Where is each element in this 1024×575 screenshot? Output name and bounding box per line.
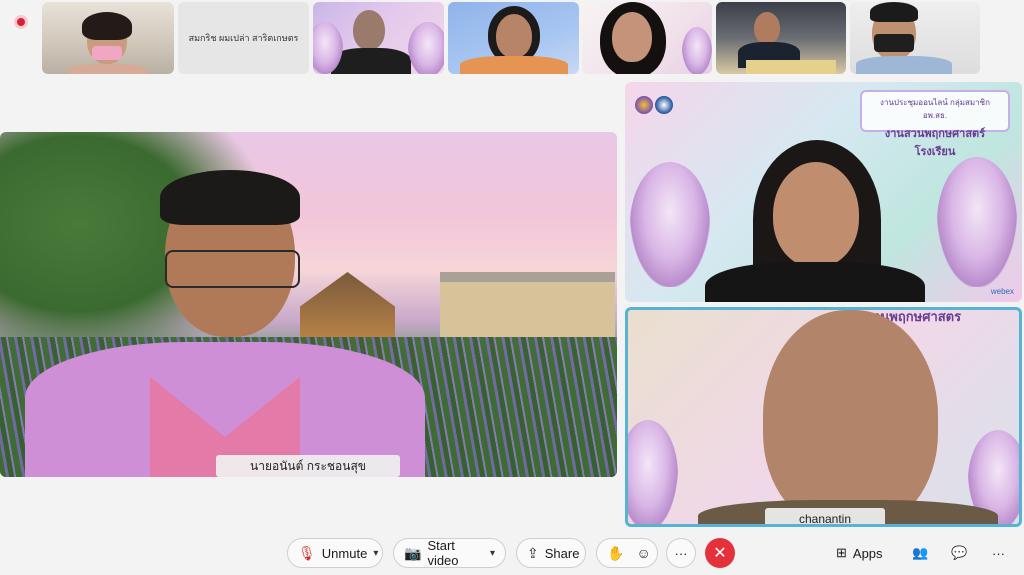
background-building	[440, 272, 615, 337]
share-icon: ⇪	[527, 544, 539, 561]
share-label: Share	[544, 545, 580, 561]
overflow-icon: ···	[992, 545, 1005, 561]
flower-graphic	[313, 22, 343, 74]
reactions-group: ✋ ☺	[596, 538, 658, 568]
face-mask	[92, 46, 122, 60]
participants-button[interactable]: 👥	[912, 540, 928, 566]
participant-thumbnail-2[interactable]: สมกริช ผมเปล่า สาริตเกษตร	[178, 2, 309, 74]
participant-tile-chanantin[interactable]: านสวนพฤกษศาสตร chanantin	[625, 307, 1022, 527]
apps-icon: ⊞	[836, 545, 847, 560]
video-off-icon: 📷	[404, 544, 422, 561]
chat-button[interactable]: 💬	[951, 540, 967, 566]
more-icon: ···	[674, 545, 688, 561]
share-button[interactable]: ⇪ Share	[516, 538, 586, 568]
flower-graphic	[408, 22, 444, 74]
participant-head	[763, 310, 938, 524]
participant-body	[67, 64, 147, 74]
participant-hair	[82, 12, 132, 40]
start-video-button[interactable]: 📷 Start video ▾	[393, 538, 506, 568]
overflow-menu-button[interactable]: ···	[992, 540, 1005, 566]
participants-icon: 👥	[912, 545, 929, 560]
participant-name-label: chanantin	[765, 508, 885, 524]
chevron-down-icon[interactable]: ▾	[490, 548, 495, 559]
mic-muted-icon: 🎙	[298, 544, 316, 561]
close-icon: ✕	[713, 545, 727, 562]
royal-emblem-icon	[635, 96, 653, 114]
participant-name: สมกริช ผมเปล่า สาริตเกษตร	[188, 33, 299, 43]
unmute-label: Unmute	[321, 545, 368, 561]
banner-line-1: งานประชุมออนไลน์ กลุ่มสมาชิก อพ.สธ.	[880, 98, 990, 120]
chevron-down-icon[interactable]: ▾	[373, 548, 378, 559]
main-video-stage[interactable]: นายอนันต์ กระชอนสุข	[0, 132, 617, 477]
chat-icon: 💬	[951, 545, 968, 560]
participant-thumbnail-5[interactable]	[582, 2, 712, 74]
more-options-button[interactable]: ···	[666, 538, 696, 568]
banner-line-2: งานสวนพฤกษศาสตร์โรงเรียน	[884, 128, 986, 158]
speaker-glasses	[165, 250, 300, 288]
webex-watermark: webex	[990, 287, 1014, 296]
apps-button[interactable]: ⊞ Apps	[836, 540, 883, 566]
desk	[746, 60, 836, 74]
start-video-label: Start video	[427, 538, 459, 568]
speaker-hair	[160, 170, 300, 225]
flower-graphic-right	[937, 157, 1017, 287]
participant-thumbnail-7[interactable]	[850, 2, 980, 74]
participant-thumbnail-3[interactable]	[313, 2, 444, 74]
participant-head	[773, 162, 859, 267]
participant-hair	[870, 2, 918, 22]
participant-thumbnail-1[interactable]	[42, 2, 174, 74]
participant-body	[460, 56, 568, 74]
participant-tile-presentation[interactable]: งานประชุมออนไลน์ กลุ่มสมาชิก อพ.สธ. งานส…	[625, 82, 1022, 302]
participant-body	[331, 48, 411, 74]
flower-graphic-left	[630, 162, 710, 287]
apps-label: Apps	[852, 545, 883, 561]
meeting-controls-toolbar: 🎙 Unmute ▾ 📷 Start video ▾ ⇪ Share ✋ ☺ ·…	[0, 530, 1024, 575]
leave-meeting-button[interactable]: ✕	[705, 538, 735, 568]
unmute-button[interactable]: 🎙 Unmute ▾	[287, 538, 383, 568]
organization-logo-icon	[655, 96, 673, 114]
participant-body	[705, 262, 925, 302]
reactions-icon[interactable]: ☺	[636, 545, 650, 561]
event-banner: งานประชุมออนไลน์ กลุ่มสมาชิก อพ.สธ. งานส…	[860, 90, 1010, 158]
face-mask	[874, 34, 914, 52]
speaker-name-label: นายอนันต์ กระชอนสุข	[216, 455, 400, 477]
recording-indicator-icon	[14, 15, 28, 29]
participant-thumbnail-6[interactable]	[716, 2, 846, 74]
flower-graphic-left	[628, 420, 678, 524]
participant-head	[353, 10, 385, 50]
raise-hand-icon[interactable]: ✋	[607, 545, 624, 562]
participant-head	[754, 12, 780, 44]
participant-body	[856, 56, 952, 74]
participant-head	[612, 12, 652, 62]
flower-graphic	[682, 27, 712, 74]
participant-head	[496, 14, 532, 58]
participant-thumbnail-4[interactable]	[448, 2, 579, 74]
